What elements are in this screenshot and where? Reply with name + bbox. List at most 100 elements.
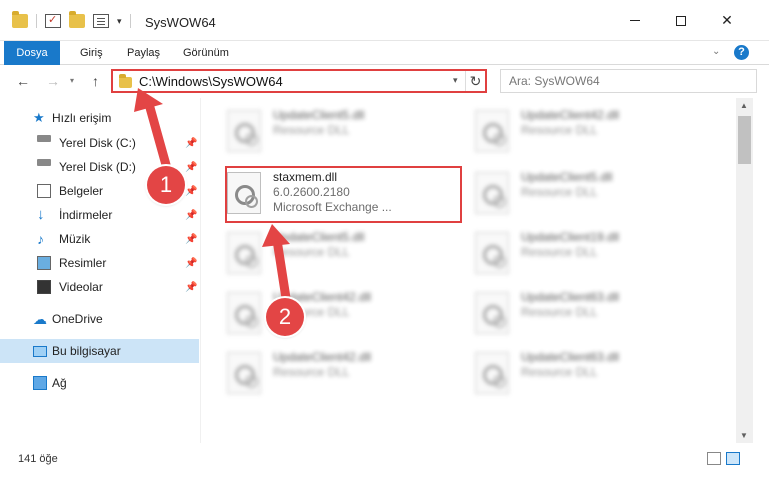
dll-file-icon bbox=[475, 232, 509, 274]
file-name: UpdateClient42.dll bbox=[273, 350, 372, 364]
expand-ribbon-chevron-icon[interactable]: ⌄ bbox=[712, 46, 720, 57]
address-bar[interactable]: C:\Windows\SysWOW64 ▾ ↻ bbox=[111, 69, 487, 93]
file-list: UpdateClient5.dll Resource DLL staxmem.d… bbox=[203, 98, 736, 443]
address-path[interactable]: C:\Windows\SysWOW64 bbox=[139, 74, 283, 89]
sidebar-item-downloads[interactable]: ↓ İndirmeler 📌 bbox=[0, 203, 199, 227]
file-name: UpdateClient19.dll bbox=[521, 230, 620, 244]
sidebar-item-label: Ağ bbox=[52, 376, 67, 390]
recent-locations-chevron-icon[interactable]: ▾ bbox=[70, 76, 74, 85]
callout-badge-2: 2 bbox=[266, 298, 304, 336]
file-description: Resource DLL bbox=[521, 365, 598, 379]
minimize-icon bbox=[630, 20, 640, 21]
cloud-icon: ☁ bbox=[33, 311, 47, 327]
file-item[interactable]: UpdateClient63.dll Resource DLL bbox=[451, 286, 696, 341]
properties-check-icon[interactable] bbox=[45, 13, 61, 28]
folder-icon[interactable] bbox=[12, 11, 28, 28]
file-item[interactable]: UpdateClient19.dll Resource DLL bbox=[451, 226, 696, 281]
new-folder-icon[interactable] bbox=[69, 11, 85, 28]
file-item[interactable]: UpdateClient5.dll Resource DLL bbox=[203, 226, 448, 281]
sidebar-item-this-pc[interactable]: Bu bilgisayar bbox=[0, 339, 199, 363]
file-name: UpdateClient63.dll bbox=[521, 350, 620, 364]
pin-icon[interactable]: 📌 bbox=[185, 282, 197, 293]
sidebar-item-drive-c[interactable]: Yerel Disk (C:) 📌 bbox=[0, 131, 199, 155]
computer-icon bbox=[33, 345, 47, 357]
network-icon bbox=[33, 376, 47, 390]
scroll-up-icon[interactable]: ▲ bbox=[740, 101, 748, 110]
address-row: ← → ▾ ↑ C:\Windows\SysWOW64 ▾ ↻ Ara: Sys… bbox=[0, 65, 769, 98]
file-item[interactable]: UpdateClient63.dll Resource DLL bbox=[451, 346, 696, 401]
file-item[interactable]: UpdateClient42.dll Resource DLL bbox=[203, 346, 448, 401]
search-placeholder: Ara: SysWOW64 bbox=[509, 74, 600, 88]
window-title: SysWOW64 bbox=[145, 15, 216, 30]
file-item[interactable]: UpdateClient42.dll Resource DLL bbox=[451, 104, 696, 159]
folder-icon bbox=[119, 74, 132, 88]
minimize-button[interactable] bbox=[612, 0, 658, 41]
search-input[interactable]: Ara: SysWOW64 bbox=[500, 69, 757, 93]
title-bar: ▾ SysWOW64 ✕ bbox=[0, 0, 769, 41]
close-button[interactable]: ✕ bbox=[704, 0, 750, 41]
downloads-icon: ↓ bbox=[37, 206, 45, 223]
file-item[interactable]: UpdateClient5.dll Resource DLL bbox=[203, 104, 448, 159]
ribbon-tabs: Dosya Giriş Paylaş Görünüm ⌄ ? bbox=[0, 41, 769, 96]
sidebar-item-music[interactable]: ♪ Müzik 📌 bbox=[0, 227, 199, 251]
pane-divider[interactable] bbox=[200, 98, 201, 443]
file-description: Resource DLL bbox=[273, 123, 350, 137]
item-count: 141 öğe bbox=[18, 453, 58, 465]
scrollbar-thumb[interactable] bbox=[738, 116, 751, 164]
pictures-icon bbox=[37, 256, 51, 270]
file-description: Resource DLL bbox=[273, 245, 350, 259]
forward-arrow-icon[interactable]: → bbox=[46, 73, 60, 89]
dll-file-icon bbox=[227, 232, 261, 274]
file-name: UpdateClient42.dll bbox=[521, 108, 620, 122]
sidebar-item-label: Bu bilgisayar bbox=[52, 344, 121, 358]
music-icon: ♪ bbox=[37, 231, 44, 247]
pin-icon[interactable]: 📌 bbox=[185, 162, 197, 173]
file-item[interactable]: UpdateClient42.dll Resource DLL bbox=[203, 286, 448, 341]
quick-access-toolbar: ▾ bbox=[12, 11, 131, 28]
vertical-scrollbar[interactable]: ▲ ▼ bbox=[736, 98, 753, 443]
refresh-icon[interactable]: ↻ bbox=[465, 71, 485, 91]
address-dropdown-chevron-icon[interactable]: ▾ bbox=[453, 75, 458, 86]
sidebar-item-quick-access[interactable]: ★ Hızlı erişim bbox=[0, 106, 199, 130]
dll-file-icon bbox=[227, 352, 261, 394]
file-description: Resource DLL bbox=[521, 305, 598, 319]
help-icon[interactable]: ? bbox=[734, 45, 749, 60]
details-view-icon[interactable] bbox=[707, 452, 721, 465]
sidebar-item-pictures[interactable]: Resimler 📌 bbox=[0, 251, 199, 275]
tab-view[interactable]: Görünüm bbox=[173, 41, 239, 65]
file-description: Resource DLL bbox=[521, 185, 598, 199]
dll-file-icon bbox=[475, 172, 509, 214]
dll-file-icon bbox=[227, 292, 261, 334]
navigation-pane: ★ Hızlı erişim Yerel Disk (C:) 📌 Yerel D… bbox=[0, 98, 200, 443]
up-arrow-icon[interactable]: ↑ bbox=[92, 73, 99, 89]
back-arrow-icon[interactable]: ← bbox=[16, 73, 30, 89]
scroll-down-icon[interactable]: ▼ bbox=[740, 431, 748, 440]
pin-icon[interactable]: 📌 bbox=[185, 138, 197, 149]
sidebar-item-onedrive[interactable]: ☁ OneDrive bbox=[0, 307, 199, 331]
callout-badge-1: 1 bbox=[147, 166, 185, 204]
pin-icon[interactable]: 📌 bbox=[185, 234, 197, 245]
pin-icon[interactable]: 📌 bbox=[185, 258, 197, 269]
drive-icon bbox=[37, 159, 51, 166]
file-description: Resource DLL bbox=[273, 365, 350, 379]
sidebar-item-label: OneDrive bbox=[52, 312, 103, 326]
file-name: UpdateClient63.dll bbox=[521, 290, 620, 304]
sidebar-item-network[interactable]: Ağ bbox=[0, 371, 199, 395]
tab-home[interactable]: Giriş bbox=[70, 41, 113, 65]
sidebar-item-videos[interactable]: Videolar 📌 bbox=[0, 275, 199, 299]
file-description: Resource DLL bbox=[521, 123, 598, 137]
large-icons-view-icon[interactable] bbox=[726, 452, 740, 465]
tab-share[interactable]: Paylaş bbox=[117, 41, 170, 65]
customize-toolbar-chevron-icon[interactable]: ▾ bbox=[117, 16, 122, 27]
view-options-icon[interactable] bbox=[93, 14, 109, 28]
sidebar-item-label: Resimler bbox=[59, 256, 107, 270]
sidebar-item-label: İndirmeler bbox=[59, 208, 113, 222]
pin-icon[interactable]: 📌 bbox=[185, 186, 197, 197]
dll-file-icon bbox=[227, 110, 261, 152]
sidebar-item-label: Videolar bbox=[59, 280, 103, 294]
star-icon: ★ bbox=[33, 110, 45, 125]
maximize-button[interactable] bbox=[658, 0, 704, 41]
file-item[interactable]: UpdateClient5.dll Resource DLL bbox=[451, 166, 696, 221]
pin-icon[interactable]: 📌 bbox=[185, 210, 197, 221]
drive-icon bbox=[37, 135, 51, 142]
